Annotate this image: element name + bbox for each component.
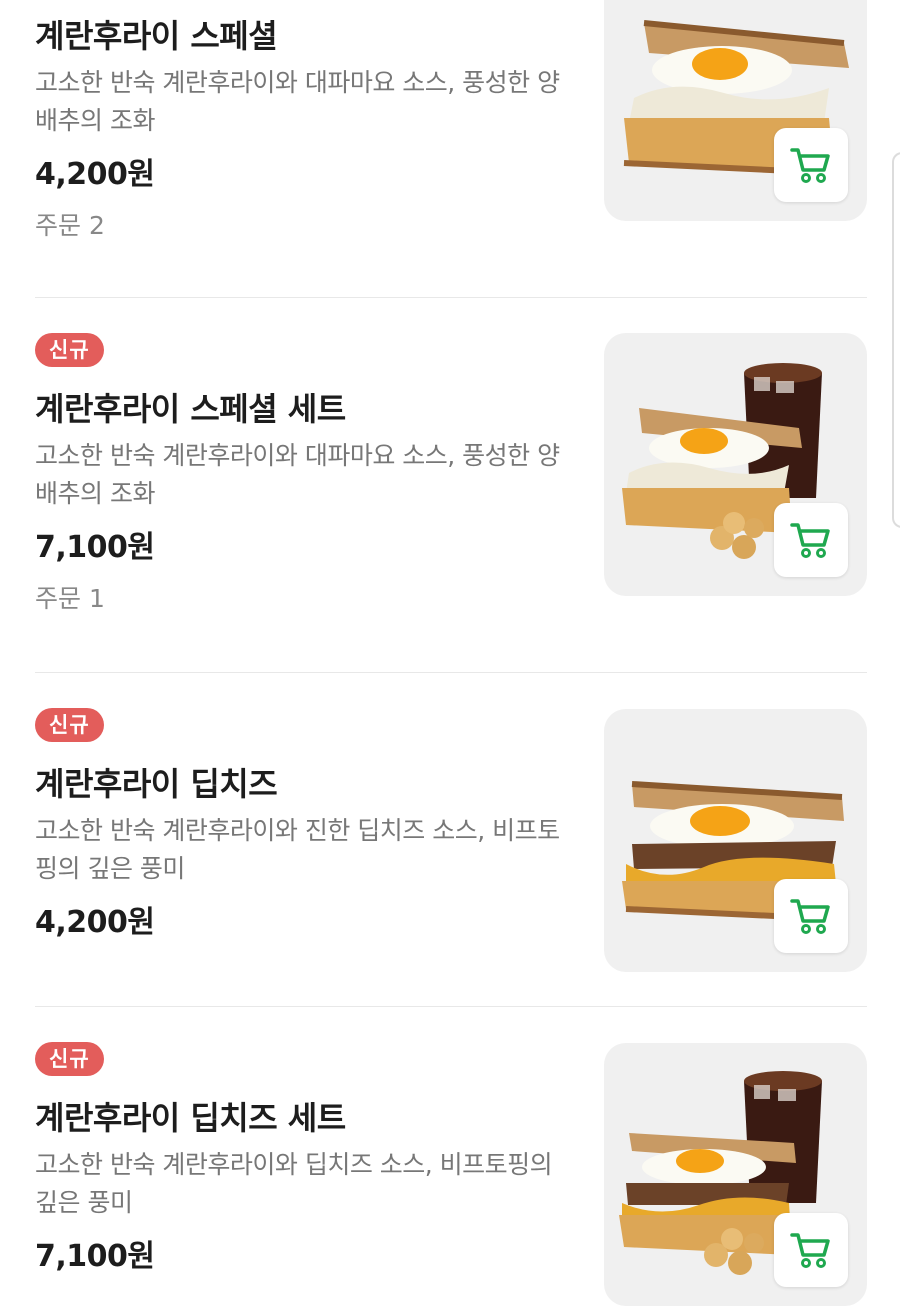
menu-item-price: 7,100원 [35, 530, 155, 565]
menu-item-name: 계란후라이 딥치즈 세트 [35, 1099, 346, 1137]
side-panel-edge[interactable] [892, 152, 900, 528]
divider [35, 1006, 867, 1007]
menu-item-order-count: 주문 2 [35, 211, 105, 240]
menu-item-price: 4,200원 [35, 157, 155, 192]
menu-item-price: 4,200원 [35, 905, 155, 940]
new-badge: 신규 [35, 1042, 104, 1076]
shopping-cart-icon [790, 148, 830, 183]
add-to-cart-button[interactable] [774, 1213, 848, 1287]
add-to-cart-button[interactable] [774, 503, 848, 577]
shopping-cart-icon [790, 899, 830, 934]
menu-item-image[interactable] [604, 0, 867, 221]
menu-item-image[interactable] [604, 709, 867, 972]
menu-item-image[interactable] [604, 333, 867, 596]
menu-item-description: 고소한 반숙 계란후라이와 진한 딥치즈 소스, 비프토핑의 깊은 풍미 [35, 816, 560, 883]
add-to-cart-button[interactable] [774, 128, 848, 202]
add-to-cart-button[interactable] [774, 879, 848, 953]
menu-item-price: 7,100원 [35, 1239, 155, 1274]
menu-item-name: 계란후라이 스페셜 [35, 17, 278, 55]
new-badge: 신규 [35, 708, 104, 742]
divider [35, 672, 867, 673]
shopping-cart-icon [790, 1233, 830, 1268]
menu-item-image[interactable] [604, 1043, 867, 1306]
menu-item-order-count: 주문 1 [35, 584, 105, 613]
menu-item-description: 고소한 반숙 계란후라이와 대파마요 소스, 풍성한 양배추의 조화 [35, 441, 560, 508]
menu-item-name: 계란후라이 스페셜 세트 [35, 390, 346, 428]
menu-item-description: 고소한 반숙 계란후라이와 대파마요 소스, 풍성한 양배추의 조화 [35, 68, 560, 135]
menu-item-name: 계란후라이 딥치즈 [35, 765, 278, 803]
divider [35, 297, 867, 298]
shopping-cart-icon [790, 523, 830, 558]
menu-item-description: 고소한 반숙 계란후라이와 딥치즈 소스, 비프토핑의 깊은 풍미 [35, 1150, 553, 1217]
new-badge: 신규 [35, 333, 104, 367]
